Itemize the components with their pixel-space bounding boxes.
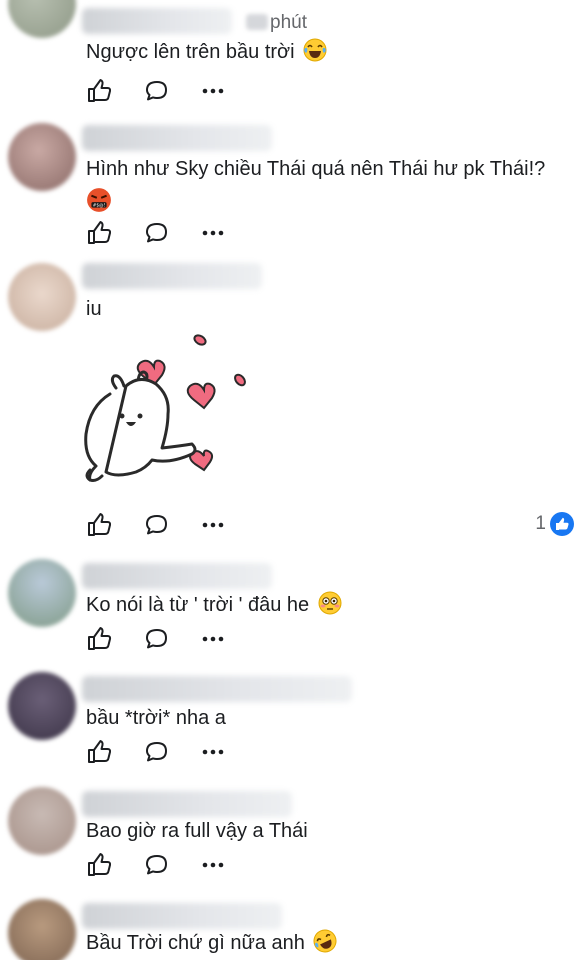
author-name-blurred[interactable] (82, 125, 272, 151)
author-name-blurred[interactable] (82, 563, 272, 589)
avatar[interactable] (8, 559, 76, 627)
comment-feed: phút Ngược lên trên bầu trời Hình như Sk… (0, 0, 587, 960)
speech-bubble-icon[interactable] (142, 737, 172, 767)
avatar[interactable] (8, 0, 76, 38)
reaction-count[interactable]: 1 (535, 512, 574, 536)
comment-text: Ko nói là từ ' trời ' đâu he (86, 591, 342, 619)
comment-actions (84, 218, 574, 248)
author-name-blurred[interactable] (82, 676, 352, 702)
angry-swearing-emoji: #$@! (87, 188, 111, 212)
author-name-blurred[interactable] (82, 903, 282, 929)
author-name-blurred[interactable] (82, 263, 262, 289)
avatar[interactable] (8, 123, 76, 191)
thumbs-up-icon[interactable] (84, 850, 114, 880)
comment-text: Bầu Trời chứ gì nữa anh (86, 929, 337, 957)
comment-text: Bao giờ ra full vậy a Thái (86, 820, 308, 842)
comment-actions (84, 624, 574, 654)
comment-time[interactable]: phút (246, 12, 307, 34)
author-name-blurred[interactable] (82, 791, 292, 817)
more-dots-icon[interactable] (198, 218, 228, 248)
comment-item: Bầu Trời chứ gì nữa anh (0, 895, 587, 960)
avatar[interactable] (8, 787, 76, 855)
speech-bubble-icon[interactable] (142, 850, 172, 880)
comment-item: Hình như Sky chiều Thái quá nên Thái hư … (0, 115, 587, 255)
like-reaction-icon (550, 512, 574, 536)
comment-text: iu (86, 298, 102, 320)
comment-text: Hình như Sky chiều Thái quá nên Thái hư … (86, 158, 546, 180)
comment-text: bầu *trời* nha a (86, 707, 226, 729)
thumbs-up-icon[interactable] (84, 737, 114, 767)
laugh-tears-emoji (303, 38, 327, 62)
thumbs-up-icon[interactable] (84, 76, 114, 106)
comment-actions (84, 850, 574, 880)
avatar[interactable] (8, 899, 76, 960)
more-dots-icon[interactable] (198, 624, 228, 654)
comment-item: bầu *trời* nha a (0, 668, 587, 778)
comment-item: Ko nói là từ ' trời ' đâu he (0, 555, 587, 665)
comment-actions (84, 76, 574, 106)
thumbs-up-icon[interactable] (84, 218, 114, 248)
flushed-emoji (318, 591, 342, 615)
bunny-hearts-sticker[interactable] (76, 322, 256, 502)
rofl-emoji (313, 929, 337, 953)
comment-item: phút Ngược lên trên bầu trời (0, 0, 587, 110)
more-dots-icon[interactable] (198, 76, 228, 106)
comment-item: Bao giờ ra full vậy a Thái (0, 783, 587, 893)
svg-text:#$@!: #$@! (93, 203, 106, 209)
author-name-blurred[interactable] (82, 8, 232, 34)
thumbs-up-icon[interactable] (84, 624, 114, 654)
comment-actions (84, 737, 574, 767)
comment-actions: 1 (84, 510, 574, 540)
speech-bubble-icon[interactable] (142, 624, 172, 654)
more-dots-icon[interactable] (198, 737, 228, 767)
thumbs-up-icon[interactable] (84, 510, 114, 540)
speech-bubble-icon[interactable] (142, 510, 172, 540)
speech-bubble-icon[interactable] (142, 218, 172, 248)
more-dots-icon[interactable] (198, 510, 228, 540)
comment-text: Ngược lên trên bầu trời (86, 38, 327, 66)
speech-bubble-icon[interactable] (142, 76, 172, 106)
avatar[interactable] (8, 263, 76, 331)
more-dots-icon[interactable] (198, 850, 228, 880)
avatar[interactable] (8, 672, 76, 740)
